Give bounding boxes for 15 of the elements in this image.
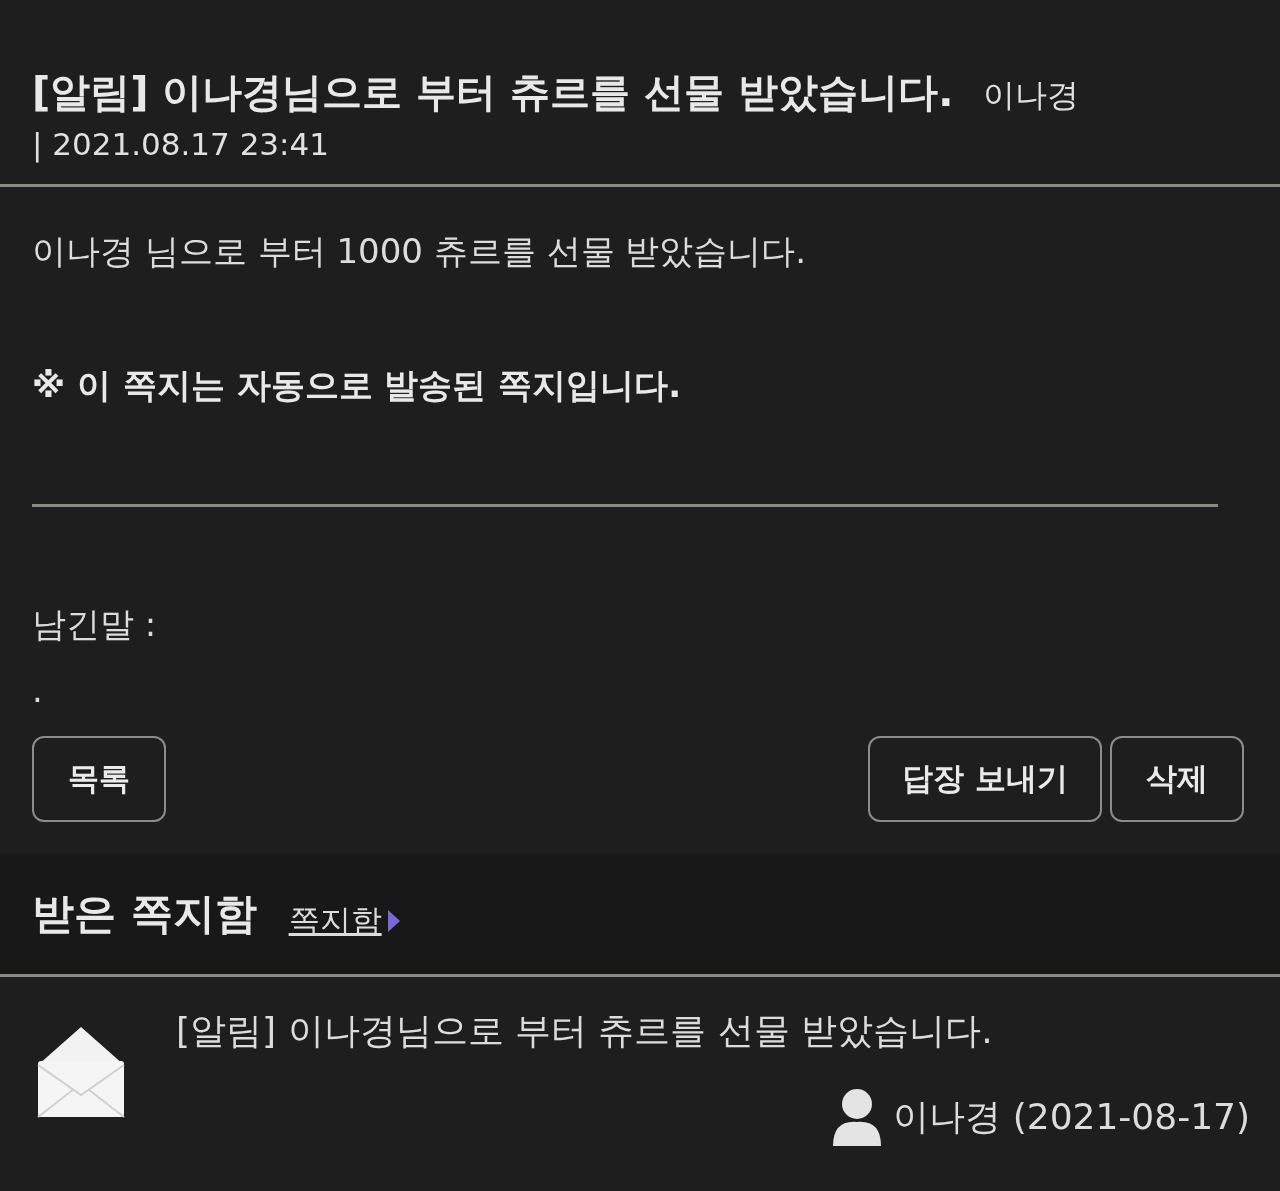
sender-info: 이나경 (2021-08-17)	[893, 1094, 1250, 1139]
delete-button[interactable]: 삭제	[1110, 736, 1244, 822]
author-name: 이나경	[983, 76, 1080, 114]
inbox-link[interactable]: 쪽지함	[288, 900, 400, 942]
comment-label: 남긴말 :	[32, 603, 158, 646]
message-title: [알림] 이나경님으로 부터 츄르를 선물 받았습니다.	[32, 69, 954, 115]
message-body: 이나경 님으로 부터 1000 츄르를 선물 받았습니다.	[32, 230, 808, 273]
inbox-title: 받은 쪽지함	[32, 888, 257, 940]
caret-icon	[387, 910, 400, 932]
comment-text: .	[32, 670, 44, 710]
auto-notice: ※ 이 쪽지는 자동으로 발송된 쪽지입니다.	[32, 364, 683, 407]
list-button[interactable]: 목록	[32, 736, 166, 822]
message-date: | 2021.08.17 23:41	[32, 126, 330, 162]
message-subject[interactable]: [알림] 이나경님으로 부터 츄르를 선물 받았습니다.	[176, 1007, 1250, 1056]
reply-button[interactable]: 답장 보내기	[868, 736, 1102, 822]
